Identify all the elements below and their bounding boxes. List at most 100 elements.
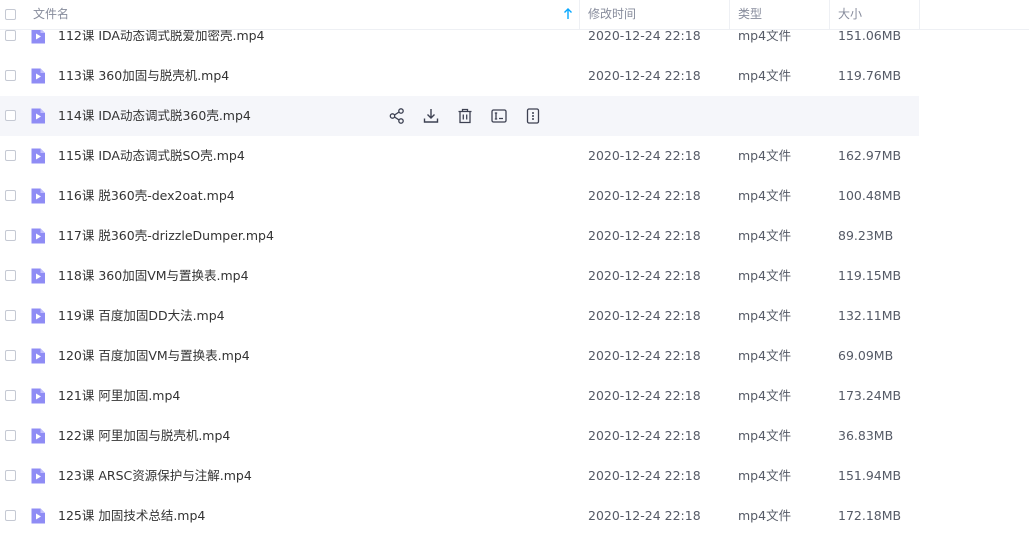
- file-size: 119.76MB: [838, 68, 902, 83]
- file-size: 173.24MB: [838, 388, 902, 403]
- video-file-icon: [30, 228, 46, 244]
- file-size: 119.15MB: [838, 268, 902, 283]
- file-size: 36.83MB: [838, 428, 894, 443]
- file-name[interactable]: 113课 360加固与脱壳机.mp4: [58, 56, 229, 96]
- file-rows: 112课 IDA动态调式脱爱加密壳.mp4 2020-12-24 22:18 mp4…: [0, 0, 1029, 542]
- table-row[interactable]: 125课 加固技术总结.mp4 2020-12-24 22:18 mp4文件 172.…: [0, 496, 919, 536]
- file-size: 100.48MB: [838, 188, 902, 203]
- file-type: mp4文件: [738, 68, 792, 83]
- column-divider[interactable]: [829, 0, 830, 29]
- column-divider[interactable]: [919, 0, 920, 29]
- row-checkbox[interactable]: [5, 110, 16, 121]
- video-file-icon: [30, 148, 46, 164]
- file-size: 162.97MB: [838, 148, 902, 163]
- rename-icon[interactable]: [490, 107, 508, 125]
- file-size: 89.23MB: [838, 228, 894, 243]
- table-row[interactable]: 123课 ARSC资源保护与注解.mp4 2020-12-24 22:18 mp4文…: [0, 456, 919, 496]
- file-list: 112课 IDA动态调式脱爱加密壳.mp4 2020-12-24 22:18 mp4…: [0, 0, 1029, 542]
- modified-time: 2020-12-24 22:18: [588, 428, 701, 443]
- file-size: 69.09MB: [838, 348, 894, 363]
- file-type: mp4文件: [738, 188, 792, 203]
- modified-time: 2020-12-24 22:18: [588, 268, 701, 283]
- download-icon[interactable]: [422, 107, 440, 125]
- row-checkbox[interactable]: [5, 190, 16, 201]
- modified-time: 2020-12-24 22:18: [588, 508, 701, 523]
- file-type: mp4文件: [738, 428, 792, 443]
- file-size: 151.94MB: [838, 468, 902, 483]
- table-row[interactable]: 116课 脱360壳-dex2oat.mp4 2020-12-24 22:18 mp…: [0, 176, 919, 216]
- header-type[interactable]: 类型: [738, 0, 762, 29]
- column-divider[interactable]: [579, 0, 580, 29]
- file-name[interactable]: 120课 百度加固VM与置换表.mp4: [58, 336, 250, 376]
- modified-time: 2020-12-24 22:18: [588, 188, 701, 203]
- table-row[interactable]: 114课 IDA动态调式脱360壳.mp4: [0, 96, 919, 136]
- file-type: mp4文件: [738, 148, 792, 163]
- table-row[interactable]: 119课 百度加固DD大法.mp4 2020-12-24 22:18 mp4文件 13…: [0, 296, 919, 336]
- file-name[interactable]: 121课 阿里加固.mp4: [58, 376, 180, 416]
- file-name[interactable]: 114课 IDA动态调式脱360壳.mp4: [58, 96, 251, 136]
- row-checkbox[interactable]: [5, 430, 16, 441]
- video-file-icon: [30, 508, 46, 524]
- column-divider[interactable]: [729, 0, 730, 29]
- file-name[interactable]: 117课 脱360壳-drizzleDumper.mp4: [58, 216, 274, 256]
- video-file-icon: [30, 188, 46, 204]
- header-name[interactable]: 文件名: [33, 0, 69, 29]
- list-header: 文件名 修改时间 类型 大小: [0, 0, 1029, 30]
- delete-icon[interactable]: [456, 107, 474, 125]
- row-checkbox[interactable]: [5, 30, 16, 41]
- table-row[interactable]: 121课 阿里加固.mp4 2020-12-24 22:18 mp4文件 173.24…: [0, 376, 919, 416]
- row-checkbox[interactable]: [5, 390, 16, 401]
- sort-ascending-icon[interactable]: [563, 8, 573, 20]
- video-file-icon: [30, 68, 46, 84]
- row-checkbox[interactable]: [5, 150, 16, 161]
- file-type: mp4文件: [738, 308, 792, 323]
- video-file-icon: [30, 428, 46, 444]
- modified-time: 2020-12-24 22:18: [588, 348, 701, 363]
- video-file-icon: [30, 308, 46, 324]
- video-file-icon: [30, 268, 46, 284]
- header-size[interactable]: 大小: [838, 0, 862, 29]
- row-checkbox[interactable]: [5, 310, 16, 321]
- file-size: 132.11MB: [838, 308, 902, 323]
- file-name[interactable]: 118课 360加固VM与置换表.mp4: [58, 256, 249, 296]
- table-row[interactable]: 122课 阿里加固与脱壳机.mp4 2020-12-24 22:18 mp4文件 36…: [0, 416, 919, 456]
- file-name[interactable]: 123课 ARSC资源保护与注解.mp4: [58, 456, 252, 496]
- file-name[interactable]: 116课 脱360壳-dex2oat.mp4: [58, 176, 235, 216]
- share-icon[interactable]: [388, 107, 406, 125]
- row-checkbox[interactable]: [5, 230, 16, 241]
- more-icon[interactable]: [524, 107, 542, 125]
- row-checkbox[interactable]: [5, 70, 16, 81]
- table-row[interactable]: 113课 360加固与脱壳机.mp4 2020-12-24 22:18 mp4文件 1…: [0, 56, 919, 96]
- table-row[interactable]: 115课 IDA动态调式脱SO壳.mp4 2020-12-24 22:18 mp4文…: [0, 136, 919, 176]
- table-row[interactable]: 118课 360加固VM与置换表.mp4 2020-12-24 22:18 mp4文…: [0, 256, 919, 296]
- file-type: mp4文件: [738, 268, 792, 283]
- modified-time: 2020-12-24 22:18: [588, 68, 701, 83]
- file-name[interactable]: 122课 阿里加固与脱壳机.mp4: [58, 416, 230, 456]
- row-checkbox[interactable]: [5, 470, 16, 481]
- modified-time: 2020-12-24 22:18: [588, 468, 701, 483]
- file-type: mp4文件: [738, 228, 792, 243]
- modified-time: 2020-12-24 22:18: [588, 148, 701, 163]
- file-name[interactable]: 125课 加固技术总结.mp4: [58, 496, 205, 536]
- file-type: mp4文件: [738, 388, 792, 403]
- row-checkbox[interactable]: [5, 270, 16, 281]
- video-file-icon: [30, 348, 46, 364]
- video-file-icon: [30, 108, 46, 124]
- row-checkbox[interactable]: [5, 350, 16, 361]
- video-file-icon: [30, 388, 46, 404]
- table-row[interactable]: 120课 百度加固VM与置换表.mp4 2020-12-24 22:18 mp4文件…: [0, 336, 919, 376]
- video-file-icon: [30, 468, 46, 484]
- file-type: mp4文件: [738, 468, 792, 483]
- video-file-icon: [30, 28, 46, 44]
- file-size: 172.18MB: [838, 508, 902, 523]
- file-name[interactable]: 119课 百度加固DD大法.mp4: [58, 296, 225, 336]
- table-row[interactable]: 117课 脱360壳-drizzleDumper.mp4 2020-12-24 2…: [0, 216, 919, 256]
- file-name[interactable]: 115课 IDA动态调式脱SO壳.mp4: [58, 136, 245, 176]
- modified-time: 2020-12-24 22:18: [588, 388, 701, 403]
- row-checkbox[interactable]: [5, 510, 16, 521]
- modified-time: 2020-12-24 22:18: [588, 228, 701, 243]
- modified-time: 2020-12-24 22:18: [588, 308, 701, 323]
- file-type: mp4文件: [738, 348, 792, 363]
- select-all-checkbox[interactable]: [5, 9, 16, 20]
- header-modified[interactable]: 修改时间: [588, 0, 636, 29]
